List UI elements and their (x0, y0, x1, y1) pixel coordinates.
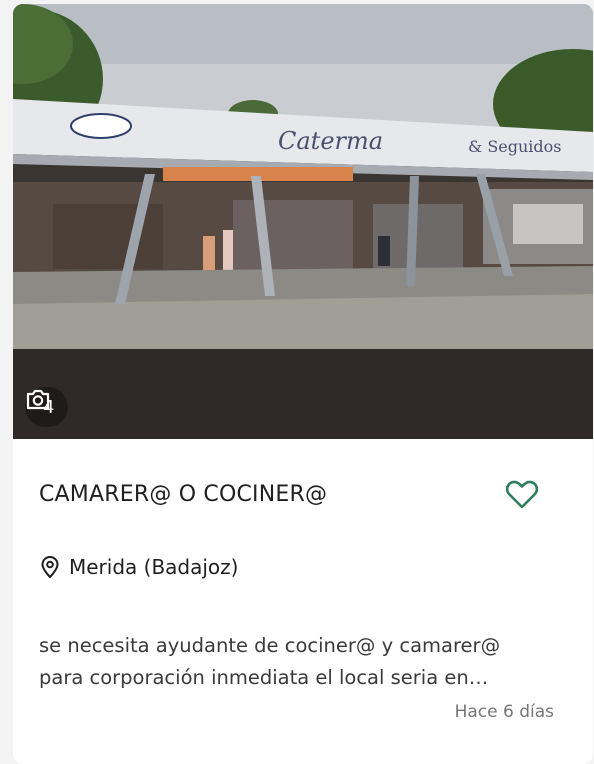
svg-text:Caterma: Caterma (278, 127, 383, 155)
description-line: para corporación inmediata el local seri… (39, 666, 489, 689)
listing-description: se necesita ayudante de cociner@ y camar… (39, 630, 569, 694)
listing-location: Merida (Badajoz) (39, 555, 238, 579)
svg-text:& Seguidos: & Seguidos (468, 137, 562, 156)
listing-title[interactable]: CAMARER@ O COCINER@ (39, 482, 327, 507)
listing-photo[interactable]: Caterma & Seguidos 4 (13, 4, 593, 439)
restaurant-photo-illustration: Caterma & Seguidos (13, 4, 593, 439)
heart-outline-icon (505, 478, 539, 514)
posted-time: Hace 6 días (454, 702, 554, 722)
map-pin-icon (39, 555, 61, 579)
listing-card[interactable]: Caterma & Seguidos 4 CAMARER@ O COCINER@… (13, 4, 593, 764)
description-line: se necesita ayudante de cociner@ y camar… (39, 634, 501, 657)
favorite-button[interactable] (502, 476, 542, 516)
photo-count-badge[interactable]: 4 (25, 387, 69, 427)
location-text: Merida (Badajoz) (69, 555, 239, 579)
